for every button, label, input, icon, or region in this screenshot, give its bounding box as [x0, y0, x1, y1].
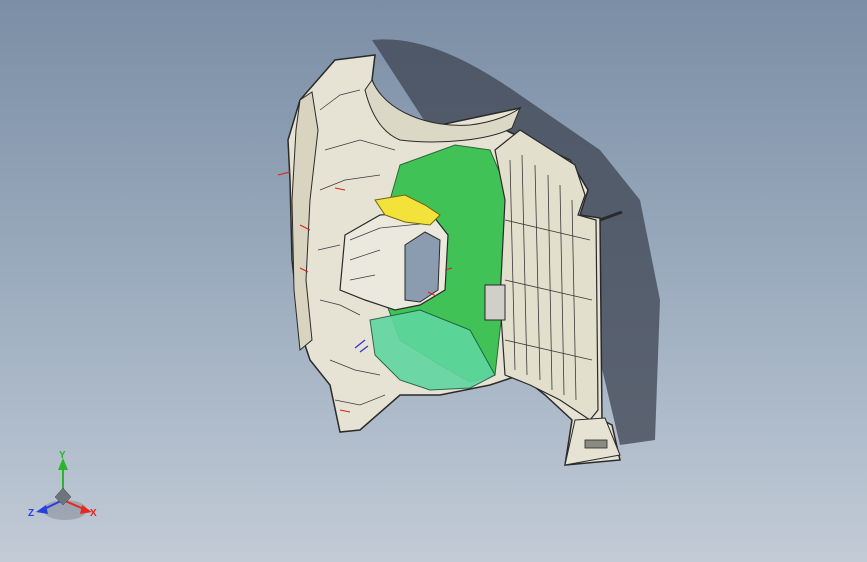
- z-axis-arrow: [36, 505, 48, 514]
- coordinate-triad: Y X Z: [28, 450, 97, 520]
- y-axis-label: Y: [59, 450, 66, 461]
- z-axis-label: Z: [28, 508, 34, 519]
- x-axis-label: X: [90, 508, 97, 519]
- 3d-viewport[interactable]: Y X Z: [0, 0, 867, 562]
